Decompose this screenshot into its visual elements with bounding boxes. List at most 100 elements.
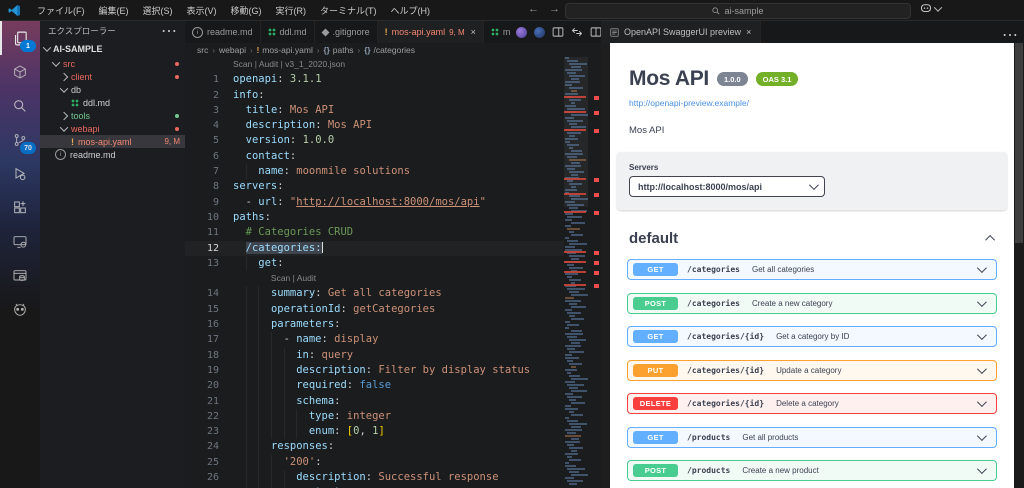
operation-post-/categories[interactable]: POST/categoriesCreate a new category	[627, 293, 997, 314]
search-view-icon[interactable]	[0, 89, 40, 123]
extensions-icon[interactable]	[0, 191, 40, 225]
api-base-url-link[interactable]: http://openapi-preview.example/	[629, 98, 995, 108]
tree-item-tools[interactable]: tools	[40, 109, 185, 122]
info-icon: i	[55, 149, 66, 160]
error-marker[interactable]	[594, 193, 599, 197]
close-icon[interactable]: ×	[746, 27, 751, 37]
minimap[interactable]	[564, 57, 588, 488]
close-icon[interactable]: ×	[471, 27, 476, 37]
tree-item-src[interactable]: src	[40, 57, 185, 70]
scrollbar-thumb[interactable]	[1015, 43, 1023, 243]
tab-readme.md[interactable]: ireadme.md	[185, 21, 261, 43]
tab-openapi-preview[interactable]: OpenAPI SwaggerUI preview ×	[601, 21, 761, 43]
tree-item-label: ddl.md	[83, 98, 110, 108]
operation-summary: Get all products	[742, 433, 798, 442]
operation-get-/categories/{id}[interactable]: GET/categories/{id}Get a category by ID	[627, 326, 997, 347]
copilot-menu[interactable]	[920, 3, 941, 14]
server-select[interactable]: http://localhost:8000/mos/api	[629, 176, 825, 197]
error-marker[interactable]	[594, 178, 599, 182]
webview-scrollbar[interactable]	[1014, 43, 1024, 488]
menu-item-7[interactable]: ヘルプ(H)	[384, 2, 438, 19]
menu-item-5[interactable]: 実行(R)	[269, 2, 314, 19]
open-changes-icon[interactable]	[571, 26, 583, 38]
braces-symbol-icon: {}	[324, 46, 330, 55]
chevron-down-icon	[60, 84, 68, 92]
operations-list: GET/categoriesGet all categories POST/cat…	[610, 259, 1014, 481]
line-number: 22	[185, 409, 219, 424]
run-debug-icon[interactable]	[0, 157, 40, 191]
markdown-icon	[268, 28, 276, 36]
tab-ddl.md[interactable]: ddl.md	[261, 21, 315, 43]
container-tools-icon[interactable]	[0, 55, 40, 89]
tree-item-ddl.md[interactable]: ddl.md	[40, 96, 185, 109]
error-marker[interactable]	[594, 111, 599, 115]
error-marker[interactable]	[594, 96, 599, 100]
remote-explorer-icon[interactable]	[0, 225, 40, 259]
line-number: 20	[185, 378, 219, 393]
tree-item-label: src	[63, 59, 75, 69]
source-control-icon[interactable]: 70	[0, 123, 40, 157]
menu-item-2[interactable]: 選択(S)	[136, 2, 180, 19]
breadcrumb-item-src[interactable]: src	[197, 45, 208, 55]
menu-item-1[interactable]: 編集(E)	[92, 2, 136, 19]
operation-post-/products[interactable]: POST/productsCreate a new product	[627, 460, 997, 481]
error-marker[interactable]	[594, 129, 599, 133]
warning-icon: !	[71, 137, 74, 147]
command-center-search[interactable]: ai-sample	[565, 3, 911, 19]
line-number: 13	[185, 256, 219, 271]
back-button[interactable]: ←	[528, 3, 539, 15]
line-number: 26	[185, 470, 219, 485]
breadcrumb-item-webapi[interactable]: webapi	[219, 45, 246, 55]
tab-.gitignore[interactable]: .gitignore	[315, 21, 378, 43]
chevron-down-icon	[43, 43, 51, 51]
error-marker[interactable]	[594, 271, 599, 275]
copilot-icon	[920, 3, 932, 14]
operation-delete-/categories/{id}[interactable]: DELETE/categories/{id}Delete a category	[627, 393, 997, 414]
tab-m[interactable]: m	[484, 21, 513, 43]
explorer-more-icon[interactable]: ⋯	[161, 21, 177, 41]
tag-section-header[interactable]: default	[629, 230, 995, 247]
error-marker[interactable]	[594, 261, 599, 265]
error-marker[interactable]	[594, 284, 599, 288]
extension-action-icon-1[interactable]	[516, 27, 527, 38]
breadcrumb[interactable]: src›webapi›!mos-api.yaml›{}paths›{}/cate…	[185, 43, 613, 57]
menu-item-0[interactable]: ファイル(F)	[30, 2, 92, 19]
codelens-row[interactable]: Scan | Audit | v3_1_2020.json	[185, 57, 601, 72]
database-panel-icon[interactable]	[0, 259, 40, 293]
tab-mos-api.yaml[interactable]: !mos-api.yaml9, M×	[378, 21, 484, 43]
menu-item-6[interactable]: ターミナル(T)	[313, 2, 384, 19]
operation-get-/products[interactable]: GET/productsGet all products	[627, 427, 997, 448]
problem-dot	[175, 62, 179, 66]
tree-item-mos-api.yaml[interactable]: !mos-api.yaml9, M	[40, 135, 185, 148]
operation-summary: Get a category by ID	[776, 332, 849, 341]
menu-item-3[interactable]: 表示(V)	[180, 2, 224, 19]
operation-path: /products	[687, 466, 730, 475]
code-line-12: 12 /categories:	[185, 241, 601, 256]
line-number: 1	[185, 72, 219, 87]
forward-button[interactable]: →	[549, 3, 560, 15]
tree-item-webapi[interactable]: webapi	[40, 122, 185, 135]
tree-item-label: mos-api.yaml	[78, 137, 132, 147]
breadcrumb-item-/categories[interactable]: {}/categories	[364, 45, 415, 55]
menu-item-4[interactable]: 移動(G)	[224, 2, 269, 19]
breadcrumb-item-paths[interactable]: {}paths	[324, 45, 354, 55]
text-cursor	[322, 242, 323, 253]
line-number	[185, 57, 219, 72]
code-editor[interactable]: Scan | Audit | v3_1_2020.json1openapi: 3…	[185, 57, 601, 488]
tree-item-readme.md[interactable]: ireadme.md	[40, 148, 185, 161]
error-marker[interactable]	[594, 211, 599, 215]
operation-put-/categories/{id}[interactable]: PUT/categories/{id}Update a category	[627, 360, 997, 381]
more-actions-icon[interactable]: ⋯	[1002, 25, 1018, 45]
workspace-section-header[interactable]: AI-SAMPLE	[40, 41, 185, 57]
tree-item-client[interactable]: client	[40, 70, 185, 83]
explorer-view-icon[interactable]: 1	[0, 21, 40, 55]
ai-assistant-icon[interactable]	[0, 293, 40, 327]
codelens-row[interactable]: Scan | Audit	[185, 271, 601, 286]
operation-get-/categories[interactable]: GET/categoriesGet all categories	[627, 259, 997, 280]
tree-item-db[interactable]: db	[40, 83, 185, 96]
extension-action-icon-2[interactable]	[534, 27, 545, 38]
overview-ruler[interactable]	[588, 57, 601, 488]
error-marker[interactable]	[594, 251, 599, 255]
breadcrumb-item-mos-api.yaml[interactable]: !mos-api.yaml	[257, 45, 313, 55]
open-preview-icon[interactable]	[552, 26, 564, 38]
